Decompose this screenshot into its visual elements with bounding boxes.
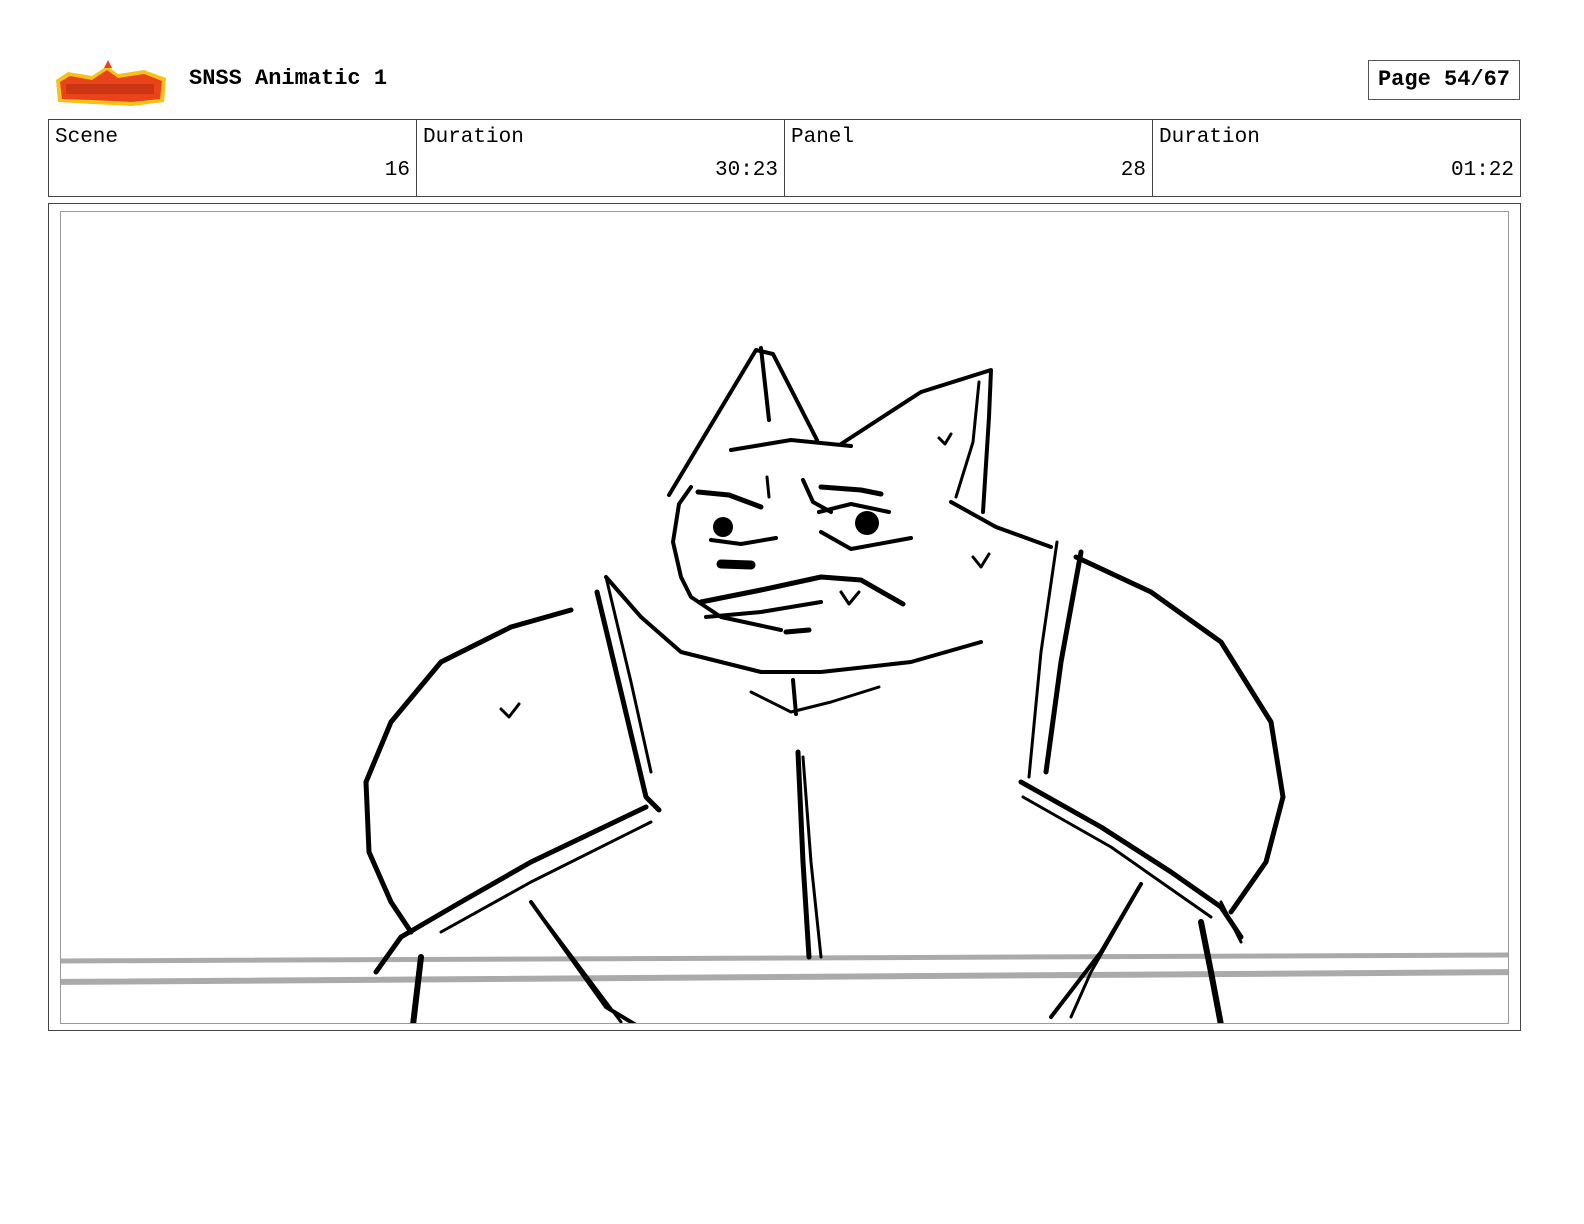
- scene-duration-value: 30:23: [714, 159, 778, 182]
- cat-character-sketch: [61, 346, 1508, 1023]
- panel-duration-value: 01:22: [1450, 159, 1514, 182]
- show-logo: [56, 60, 166, 106]
- page-indicator: Page 54/67: [1368, 60, 1520, 100]
- scene-label: Scene: [55, 126, 119, 149]
- scene-duration-cell: Duration 30:23: [417, 120, 785, 196]
- panel-duration-cell: Duration 01:22: [1153, 120, 1520, 196]
- panel-cell: Panel 28: [785, 120, 1153, 196]
- scene-cell: Scene 16: [49, 120, 417, 196]
- document-title: SNSS Animatic 1: [189, 66, 388, 91]
- storyboard-panel-frame: [48, 203, 1521, 1031]
- scene-value: 16: [384, 159, 410, 182]
- panel-duration-label: Duration: [1159, 126, 1260, 149]
- panel-value: 28: [1120, 159, 1146, 182]
- panel-label: Panel: [791, 126, 855, 149]
- storyboard-panel: [60, 211, 1509, 1024]
- scene-info-table: Scene 16 Duration 30:23 Panel 28 Duratio…: [48, 119, 1521, 197]
- scene-duration-label: Duration: [423, 126, 524, 149]
